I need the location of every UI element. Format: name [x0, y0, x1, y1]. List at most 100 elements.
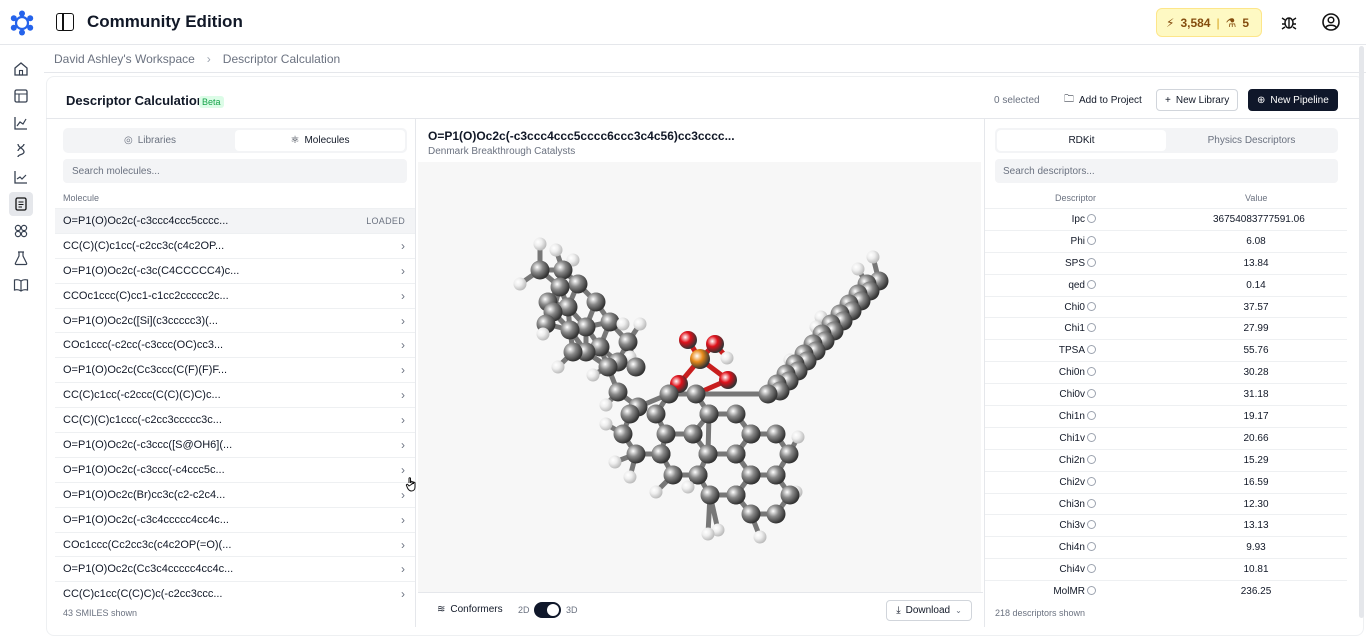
molecule-row[interactable]: O=P1(O)Oc2c(-c3ccc4ccc5cccc... LOADED: [55, 208, 415, 233]
sidebar-toggle-icon[interactable]: [56, 13, 74, 31]
info-icon[interactable]: [1087, 432, 1096, 442]
descriptor-value: 15.29: [1243, 454, 1269, 466]
atom-icon[interactable]: [13, 223, 29, 239]
flower-logo-icon[interactable]: [9, 10, 35, 36]
descriptor-row[interactable]: Phi 6.08: [985, 229, 1347, 252]
molecule-row[interactable]: O=P1(O)Oc2c(-c3ccc(-c4ccc5c... ›: [55, 456, 415, 482]
home-icon[interactable]: [13, 61, 29, 77]
info-icon[interactable]: [1087, 367, 1096, 377]
flask-icon[interactable]: [13, 250, 29, 266]
descriptor-row[interactable]: Chi0v 31.18: [985, 383, 1347, 405]
new-pipeline-label: New Pipeline: [1270, 94, 1329, 106]
molecule-row[interactable]: CC(C)c1cc(-c2ccc(C(C)(C)C)c... ›: [55, 382, 415, 407]
info-icon[interactable]: [1087, 564, 1096, 574]
molecule-row[interactable]: O=P1(O)Oc2c(-c3c(C4CCCCC4)c... ›: [55, 257, 415, 283]
descriptor-row[interactable]: Chi2n 15.29: [985, 448, 1347, 471]
molecule-smiles: O=P1(O)Oc2c(Cc3c4ccccc4cc4c...: [63, 563, 234, 576]
table-icon[interactable]: [13, 88, 29, 104]
descriptor-row[interactable]: Chi1v 20.66: [985, 426, 1347, 449]
tab-rdkit[interactable]: RDKit: [997, 130, 1166, 151]
tab-libraries[interactable]: ◎ Libraries: [65, 130, 235, 151]
molecule-row[interactable]: COc1ccc(Cc2cc3c(c4c2OP(=O)(... ›: [55, 531, 415, 557]
new-pipeline-button[interactable]: ⊕ New Pipeline: [1248, 89, 1338, 111]
tab-libraries-label: Libraries: [137, 135, 177, 146]
line-chart-icon[interactable]: [13, 169, 29, 185]
info-icon[interactable]: [1087, 301, 1096, 311]
info-icon[interactable]: [1087, 257, 1096, 267]
info-icon[interactable]: [1087, 323, 1096, 333]
molecule-row[interactable]: COc1ccc(-c2cc(-c3ccc(OC)cc3... ›: [55, 332, 415, 357]
info-icon[interactable]: [1087, 345, 1096, 355]
breadcrumb-workspace[interactable]: David Ashley's Workspace: [54, 52, 195, 66]
descriptor-search-input[interactable]: Search descriptors...: [995, 159, 1338, 183]
molecule-row[interactable]: O=P1(O)Oc2c([Si](c3ccccc3)(... ›: [55, 307, 415, 333]
user-account-icon[interactable]: [1321, 12, 1341, 32]
tab-physics-descriptors[interactable]: Physics Descriptors: [1167, 130, 1336, 151]
descriptor-row[interactable]: Chi3n 12.30: [985, 492, 1347, 515]
molecule-row[interactable]: O=P1(O)Oc2c(Cc3ccc(C(F)(F)F... ›: [55, 357, 415, 382]
descriptor-value: 6.08: [1246, 235, 1266, 247]
dna-icon[interactable]: [13, 142, 29, 158]
molecule-row[interactable]: CC(C)(C)c1cc(-c2cc3c(c4c2OP... ›: [55, 232, 415, 258]
info-icon[interactable]: [1087, 476, 1096, 486]
molecule-search-input[interactable]: Search molecules...: [63, 159, 407, 183]
molecule-row[interactable]: CCOc1ccc(C)cc1-c1cc2ccccc2c... ›: [55, 282, 415, 308]
info-icon[interactable]: [1087, 389, 1096, 399]
descriptor-name: Chi0: [1064, 301, 1085, 313]
credits-badge[interactable]: ⚡ 3,584 | ⚗ 5: [1156, 8, 1262, 37]
info-icon[interactable]: [1087, 235, 1096, 245]
descriptor-row[interactable]: Chi4n 9.93: [985, 536, 1347, 558]
conformers-button[interactable]: ≋ Conformers: [437, 604, 503, 615]
descriptor-row[interactable]: MolMR 236.25: [985, 580, 1347, 602]
chart-icon[interactable]: [13, 115, 29, 131]
info-icon[interactable]: [1087, 454, 1096, 464]
info-icon[interactable]: [1087, 498, 1096, 508]
info-icon[interactable]: [1087, 542, 1096, 552]
descriptor-row[interactable]: Chi1n 19.17: [985, 405, 1347, 427]
info-icon[interactable]: [1087, 279, 1096, 289]
molecule-smiles: O=P1(O)Oc2c(Br)cc3c(c2-c2c4...: [63, 488, 226, 501]
chevron-right-icon: ›: [401, 313, 405, 328]
tab-molecules[interactable]: ⚛ Molecules: [235, 130, 405, 151]
descriptor-row[interactable]: Ipc 36754083777591.06: [985, 208, 1347, 230]
info-icon[interactable]: [1087, 411, 1096, 421]
molecule-smiles: O=P1(O)Oc2c(-c3c(C4CCCCC4)c...: [63, 264, 240, 277]
smiles-count: 43 SMILES shown: [63, 608, 138, 618]
descriptor-name: SPS: [1064, 257, 1085, 269]
info-icon[interactable]: [1087, 520, 1096, 530]
bug-icon[interactable]: [1279, 12, 1299, 32]
descriptor-row[interactable]: Chi3v 13.13: [985, 514, 1347, 536]
descriptor-row[interactable]: Chi1 27.99: [985, 317, 1347, 339]
selected-count: 0 selected: [994, 95, 1040, 106]
molecule-3d-viewer[interactable]: [418, 162, 981, 592]
info-icon[interactable]: [1087, 586, 1096, 596]
molecule-row[interactable]: O=P1(O)Oc2c(-c3c4ccccc4cc4c... ›: [55, 506, 415, 532]
molecule-row[interactable]: O=P1(O)Oc2c(Br)cc3c(c2-c2c4... ›: [55, 481, 415, 507]
molecule-render[interactable]: [418, 162, 981, 592]
new-library-button[interactable]: + New Library: [1156, 89, 1239, 111]
molecule-smiles: O=P1(O)Oc2c(-c3ccc(-c4ccc5c...: [63, 463, 225, 476]
molecule-row[interactable]: CC(C)c1cc(C(C)C)c(-c2cc3ccc... ›: [55, 581, 415, 606]
descriptor-name: Chi3v: [1059, 520, 1085, 532]
molecule-row[interactable]: O=P1(O)Oc2c(Cc3c4ccccc4cc4c... ›: [55, 556, 415, 581]
descriptor-row[interactable]: Chi2v 16.59: [985, 470, 1347, 493]
info-icon[interactable]: [1087, 214, 1096, 223]
plus-circle-icon: ⊕: [1257, 94, 1266, 106]
descriptor-row[interactable]: Chi0n 30.28: [985, 361, 1347, 383]
download-button[interactable]: ⤓ Download ⌄: [886, 600, 972, 621]
clipboard-nav-active[interactable]: [9, 192, 33, 216]
descriptor-name: Chi1: [1064, 323, 1085, 335]
descriptor-row[interactable]: SPS 13.84: [985, 251, 1347, 274]
book-icon[interactable]: [13, 277, 29, 293]
descriptor-row[interactable]: Chi4v 10.81: [985, 558, 1347, 580]
page-scrollbar[interactable]: [1359, 46, 1364, 618]
descriptor-row[interactable]: qed 0.14: [985, 273, 1347, 296]
descriptor-row[interactable]: Chi0 37.57: [985, 295, 1347, 318]
molecule-row[interactable]: CC(C)(C)c1ccc(-c2cc3ccccc3c... ›: [55, 407, 415, 432]
dimension-toggle[interactable]: [534, 602, 561, 618]
add-to-project-button[interactable]: 🗀 Add to Project: [1056, 89, 1150, 111]
molecule-icon: ⚛: [290, 135, 300, 146]
breadcrumb-current[interactable]: Descriptor Calculation: [223, 52, 340, 66]
descriptor-row[interactable]: TPSA 55.76: [985, 339, 1347, 361]
molecule-row[interactable]: O=P1(O)Oc2c(-c3ccc([S@OH6](... ›: [55, 432, 415, 457]
